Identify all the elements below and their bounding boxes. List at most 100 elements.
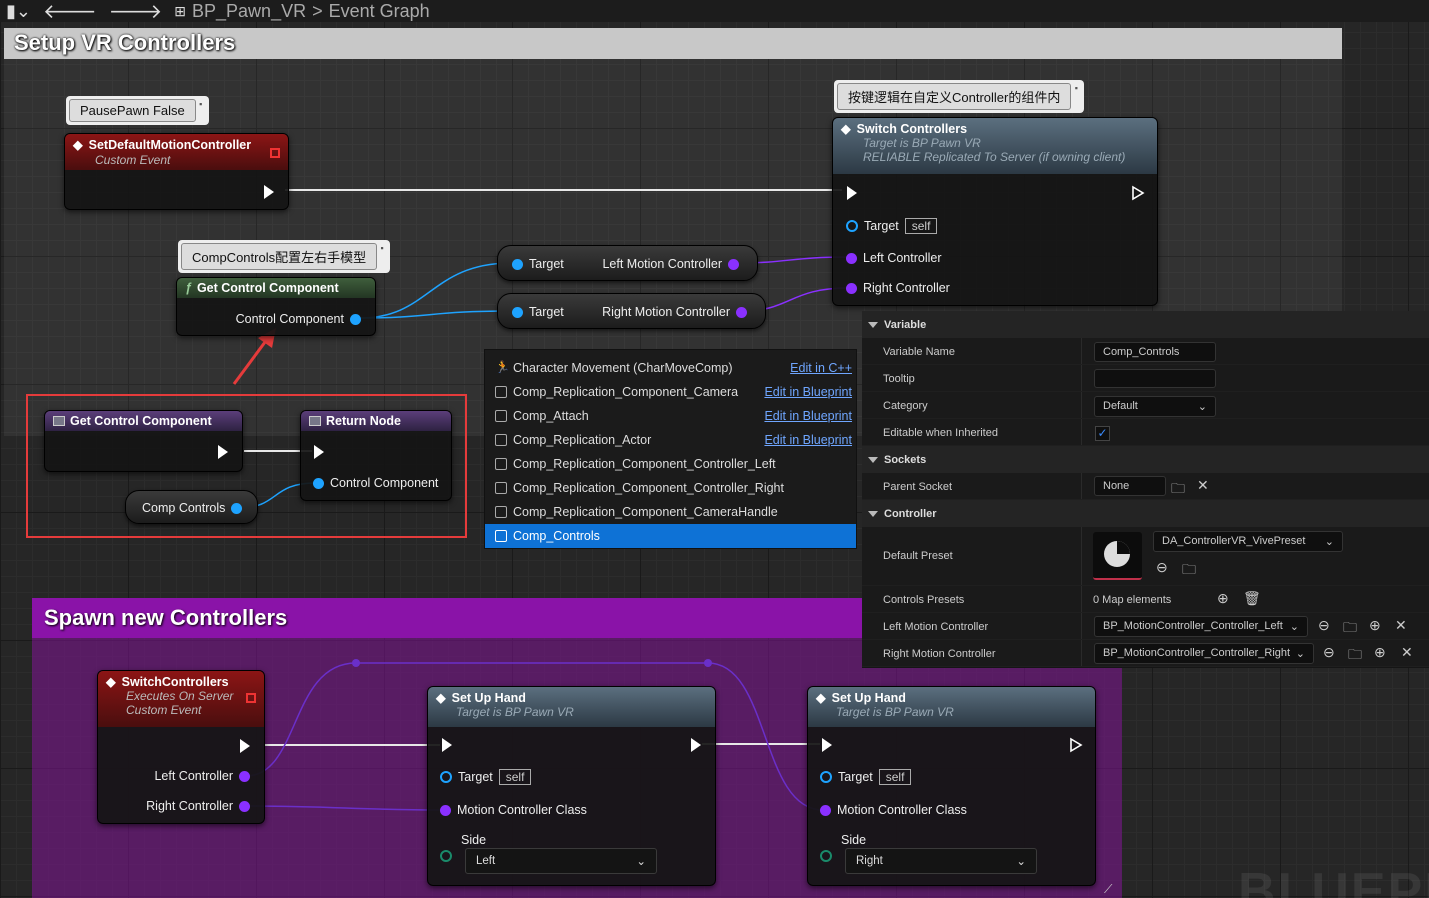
left-controller-pin-row[interactable]: Left Controller [846,251,942,265]
target-pin-row[interactable]: Target [512,305,564,319]
trash-icon[interactable]: 🗑 [1243,590,1261,607]
side-dropdown[interactable]: Right ⌄ [845,848,1037,874]
editable-checkbox[interactable]: ✓ [1095,426,1110,441]
comp-controls-pin-row[interactable]: Comp Controls [142,501,243,515]
edit-link[interactable]: Edit in Blueprint [764,433,852,447]
node-set-default-motion-controller[interactable]: ◆ SetDefaultMotionController Custom Even… [64,133,289,210]
breadcrumb-graph[interactable]: Event Graph [329,1,430,22]
left-motion-controller-dropdown[interactable]: BP_MotionController_Controller_Left ⌄ [1094,616,1308,637]
breadcrumb-asset[interactable]: BP_Pawn_VR [192,1,306,22]
pin-icon[interactable]: ▪ [196,99,206,122]
collapse-arrow-icon[interactable] [868,456,878,463]
object-pin[interactable] [350,313,361,325]
pin-icon[interactable]: ▪ [377,243,387,270]
node-function-entry[interactable]: Get Control Component [44,410,243,472]
collapse-arrow-icon[interactable] [868,510,878,517]
target-pin-row[interactable]: Target self [440,769,532,785]
target-pin-row[interactable]: Target self [820,769,912,785]
menu-item-comp-replication-camera[interactable]: Comp_Replication_Component_Camera Edit i… [485,380,856,404]
menu-item-comp-replication-controller-right[interactable]: Comp_Replication_Component_Controller_Ri… [485,476,856,500]
exec-in-pin[interactable] [847,186,857,200]
motion-controller-class-pin-row[interactable]: Motion Controller Class [440,803,587,817]
parent-socket-field[interactable]: None [1094,476,1166,496]
node-set-up-hand-right[interactable]: ◆ Set Up Hand Target is BP Pawn VR Targe… [807,686,1096,886]
exec-out-pin[interactable] [691,738,701,752]
right-controller-pin-row[interactable]: Right Controller [146,799,250,813]
node-get-control-component[interactable]: ƒ Get Control Component Control Componen… [176,277,376,336]
variable-name-input[interactable]: Comp_Controls [1094,342,1216,362]
close-icon[interactable]: ✕ [1395,617,1407,634]
class-pin[interactable] [239,800,250,812]
exec-out-pin[interactable] [264,185,274,199]
category-dropdown[interactable]: Default ⌄ [1094,396,1216,417]
add-element-icon[interactable]: ⊕ [1217,590,1229,607]
enum-pin[interactable] [820,850,832,862]
use-selected-icon[interactable]: ⊖ [1318,617,1330,634]
node-return[interactable]: Return Node Control Component [300,410,452,501]
exec-in-pin[interactable] [822,738,832,752]
motion-controller-class-pin-row[interactable]: Motion Controller Class [820,803,967,817]
output-pin-row[interactable]: Right Motion Controller [602,305,747,319]
class-pin[interactable] [239,770,250,782]
class-pin[interactable] [728,258,739,270]
comment-bubble[interactable]: 按键逻辑在自定义Controller的组件内 ▪ [834,80,1085,113]
exec-out-pin[interactable] [1131,185,1145,201]
node-switch-controllers[interactable]: ◆ Switch Controllers Target is BP Pawn V… [832,117,1158,306]
edit-link[interactable]: Edit in Blueprint [764,385,852,399]
delegate-pin[interactable] [270,148,280,158]
class-pin[interactable] [440,804,451,816]
class-pin[interactable] [820,804,831,816]
menu-item-comp-replication-camerahandle[interactable]: Comp_Replication_Component_CameraHandle [485,500,856,524]
exec-in-pin[interactable] [442,738,452,752]
collapse-arrow-icon[interactable] [868,321,878,328]
left-controller-pin-row[interactable]: Left Controller [154,769,250,783]
object-pin[interactable] [440,771,452,783]
comment-bubble[interactable]: CompControls配置左右手模型 ▪ [178,240,391,273]
default-preset-dropdown[interactable]: DA_ControllerVR_VivePreset ⌄ [1153,531,1343,552]
menu-item-comp-controls[interactable]: Comp_Controls [485,524,856,548]
object-pin[interactable] [820,771,832,783]
exec-in-pin[interactable] [314,445,324,459]
use-selected-icon[interactable]: ⊖ [1323,644,1335,661]
target-pin-row[interactable]: Target self [846,218,938,234]
resize-grip-icon[interactable]: ⟋ [1104,882,1112,897]
pin-icon[interactable]: ▪ [1071,83,1081,110]
class-pin[interactable] [736,306,747,318]
add-element-icon[interactable]: ⊕ [1374,644,1386,661]
edit-link[interactable]: Edit in Blueprint [764,409,852,423]
exec-out-pin[interactable] [218,445,228,459]
target-pin-row[interactable]: Target [512,257,564,271]
right-controller-pin-row[interactable]: Right Controller [846,281,950,295]
node-switch-controllers-event[interactable]: ◆ SwitchControllers Executes On Server C… [97,670,265,824]
class-pin[interactable] [846,252,857,264]
back-arrow-icon[interactable]: 🡐 [43,0,97,24]
comment-bubble[interactable]: PausePawn False ▪ [66,96,209,125]
use-selected-icon[interactable]: ⊖ [1156,559,1168,576]
asset-thumbnail[interactable] [1093,532,1142,580]
object-pin[interactable] [846,220,858,232]
tooltip-input[interactable] [1094,369,1216,388]
object-pin[interactable] [512,306,523,318]
object-pin[interactable] [512,258,523,270]
node-get-comp-controls[interactable]: Comp Controls [125,490,258,524]
menu-item-comp-replication-actor[interactable]: Comp_Replication_Actor Edit in Blueprint [485,428,856,452]
menu-item-comp-replication-controller-left[interactable]: Comp_Replication_Component_Controller_Le… [485,452,856,476]
close-icon[interactable]: ✕ [1197,477,1209,494]
edit-link[interactable]: Edit in C++ [790,361,852,375]
self-field[interactable]: self [878,769,912,785]
class-pin[interactable] [846,282,857,294]
control-component-pin-row[interactable]: Control Component [313,476,438,490]
control-component-pin-row[interactable]: Control Component [236,312,361,326]
object-pin[interactable] [231,502,243,514]
section-variable[interactable]: Variable [862,311,1429,338]
node-set-up-hand-left[interactable]: ◆ Set Up Hand Target is BP Pawn VR Targe… [427,686,716,886]
exec-out-pin[interactable] [1069,737,1083,753]
browse-folder-icon[interactable]: 🗀 [1182,559,1196,583]
output-pin-row[interactable]: Left Motion Controller [602,257,739,271]
node-get-left-motion-controller[interactable]: Target Left Motion Controller [497,245,758,281]
add-element-icon[interactable]: ⊕ [1369,617,1381,634]
browse-folder-icon[interactable]: 🗀 [1171,478,1185,502]
section-sockets[interactable]: Sockets [862,446,1429,473]
right-motion-controller-dropdown[interactable]: BP_MotionController_Controller_Right ⌄ [1094,643,1314,664]
self-field[interactable]: self [498,769,532,785]
